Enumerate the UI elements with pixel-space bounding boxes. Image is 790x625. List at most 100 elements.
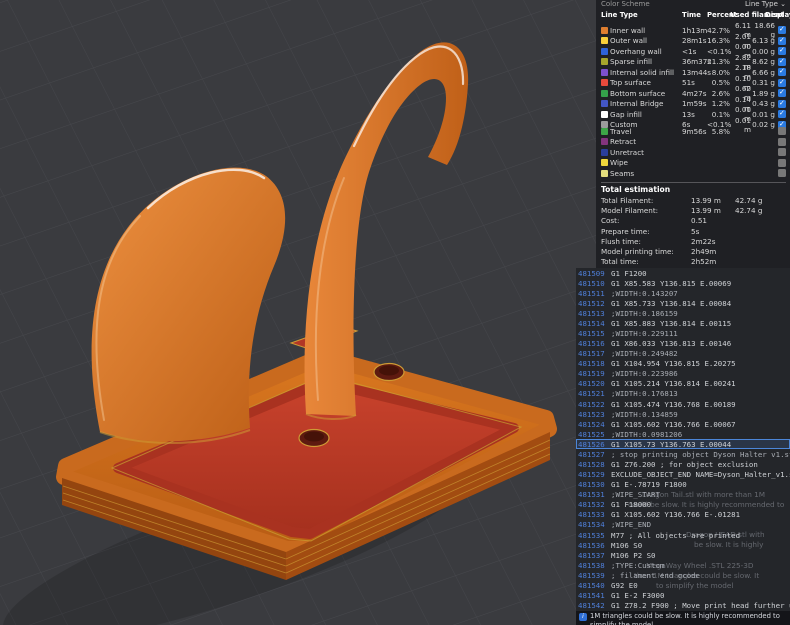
gcode-line[interactable]: 481533 G1 X105.602 Y136.766 E-.01281 — [576, 510, 790, 520]
gcode-line-text: G1 X105.474 Y136.768 E.00189 — [611, 399, 736, 409]
estimation-value-1: 2h52m — [691, 257, 717, 267]
gcode-line[interactable]: 481509 G1 F1200 — [576, 268, 790, 278]
line-type-filament-g: 0.43 g — [752, 99, 775, 108]
gcode-line-number: 481532 — [578, 500, 605, 510]
display-checkbox[interactable] — [778, 25, 786, 34]
display-checkbox[interactable] — [778, 99, 786, 108]
gcode-line-number: 481536 — [578, 540, 605, 550]
display-checkbox[interactable] — [778, 78, 786, 87]
gcode-line-number: 481520 — [578, 379, 605, 389]
line-type-label: Travel — [610, 126, 632, 136]
color-scheme-label: Color Scheme — [601, 0, 650, 8]
gcode-line[interactable]: 481525 ;WIDTH:0.0981206 — [576, 429, 790, 439]
gcode-line[interactable]: 481512 G1 X85.733 Y136.814 E.00084 — [576, 298, 790, 308]
gcode-viewer[interactable]: 481509 G1 F1200 481510 G1 X85.583 Y136.8… — [576, 268, 790, 611]
line-type-filament-g: 8.62 g — [752, 57, 775, 66]
gcode-line[interactable]: 481524 G1 X105.602 Y136.766 E.00067 — [576, 419, 790, 429]
gcode-line-text: G92 E0 — [611, 580, 638, 590]
gcode-line[interactable]: 481541 G1 E-2 F3000 — [576, 591, 790, 601]
line-type-percent: 1.2% — [711, 99, 730, 108]
slicer-gcode-preview: Color Scheme Line Type ⌄ Line Type Time … — [0, 0, 790, 625]
gcode-line-text: G1 X105.602 Y136.766 E-.01281 — [611, 510, 741, 520]
display-checkbox[interactable] — [778, 36, 786, 45]
gcode-line-text: ;WIDTH:0.229111 — [611, 329, 678, 338]
gcode-line-number: 481541 — [578, 591, 605, 601]
gcode-line[interactable]: 481531 ;WIPE_START — [576, 490, 790, 500]
gcode-line[interactable]: 481539 ; filament end gcode — [576, 570, 790, 580]
display-checkbox[interactable] — [778, 158, 786, 167]
gcode-line[interactable]: 481526 G1 X105.73 Y136.763 E.00044 — [576, 439, 790, 450]
gcode-line-text: ;WIDTH:0.249482 — [611, 349, 678, 359]
gcode-line-text: G1 X85.883 Y136.814 E.00115 — [611, 318, 732, 328]
estimation-value-1: 0.51 — [691, 216, 708, 226]
gcode-line[interactable]: 481540 G92 E0 — [576, 580, 790, 590]
display-checkbox[interactable] — [778, 169, 786, 178]
gcode-line-number: 481510 — [578, 278, 605, 288]
line-type-filament-g: 0.01 g — [752, 109, 775, 119]
line-type-time: 9m56s — [682, 126, 707, 136]
gcode-line[interactable]: 481513 ;WIDTH:0.186159 — [576, 308, 790, 318]
line-type-filament-g: 0.02 g — [752, 120, 775, 129]
gcode-line[interactable]: 481529 EXCLUDE_OBJECT_END NAME=Dyson_Hal… — [576, 470, 790, 480]
gcode-line[interactable]: 481519 ;WIDTH:0.223986 — [576, 369, 790, 379]
gcode-line[interactable]: 481517 ;WIDTH:0.249482 — [576, 349, 790, 359]
display-checkbox[interactable] — [778, 109, 786, 118]
legend-panel: Color Scheme Line Type ⌄ Line Type Time … — [596, 0, 790, 268]
display-checkbox[interactable] — [778, 88, 786, 97]
gcode-line[interactable]: 481510 G1 X85.583 Y136.815 E.00069 — [576, 278, 790, 288]
line-type-time: 13m44s — [682, 67, 712, 77]
line-type-percent: <0.1% — [707, 46, 732, 56]
line-type-time: 36m37s — [682, 57, 712, 66]
gcode-line-text: M106 S0 — [611, 540, 643, 550]
gcode-line-text: G1 X85.583 Y136.815 E.00069 — [611, 278, 732, 288]
gcode-line-text: ;TYPE:Custom — [611, 560, 665, 570]
display-checkbox[interactable] — [778, 148, 786, 157]
gcode-line[interactable]: 481542 G1 Z78.2 F900 ; Move print head f… — [576, 601, 790, 611]
gcode-line[interactable]: 481535 M77 ; All objects are printed — [576, 530, 790, 540]
model-hole — [298, 428, 330, 448]
gcode-line-text: G1 E-2 F3000 — [611, 591, 665, 601]
gcode-line[interactable]: 481520 G1 X105.214 Y136.814 E.00241 — [576, 379, 790, 389]
gcode-line[interactable]: 481515 ;WIDTH:0.229111 — [576, 328, 790, 338]
line-type-color-swatch — [601, 169, 608, 177]
gcode-line[interactable]: 481523 ;WIDTH:0.134859 — [576, 409, 790, 419]
gcode-line-number: 481538 — [578, 560, 605, 570]
gcode-line[interactable]: 481538 ;TYPE:Custom — [576, 560, 790, 570]
gcode-line-number: 481524 — [578, 419, 605, 429]
notification-bar[interactable]: i 1M triangles could be slow. It is high… — [576, 611, 790, 625]
estimation-label: Flush time: — [601, 236, 641, 246]
gcode-line[interactable]: 481530 G1 E-.78719 F1800 — [576, 480, 790, 490]
gcode-line[interactable]: 481518 G1 X104.954 Y136.815 E.20275 — [576, 359, 790, 369]
gcode-line[interactable]: 481536 M106 S0 — [576, 540, 790, 550]
estimation-value-1: 13.99 m — [691, 206, 721, 216]
legend-row: Wipe — [601, 158, 786, 169]
gcode-line[interactable]: 481516 G1 X86.033 Y136.813 E.00146 — [576, 339, 790, 349]
view-type-dropdown[interactable]: Line Type ⌄ — [745, 0, 786, 8]
gcode-line-number: 481511 — [578, 288, 605, 298]
gcode-line-number: 481533 — [578, 510, 605, 520]
view-options-row[interactable]: Color Scheme Line Type ⌄ — [601, 0, 786, 8]
line-type-time: 28m1s — [682, 36, 707, 45]
line-type-label: Wipe — [610, 158, 628, 168]
gcode-line[interactable]: 481521 ;WIDTH:0.176813 — [576, 389, 790, 399]
gcode-line[interactable]: 481527 ; stop printing object Dyson Halt… — [576, 449, 790, 459]
display-checkbox[interactable] — [778, 46, 786, 55]
gcode-line-number: 481521 — [578, 389, 605, 399]
gcode-line-text: G1 F1200 — [611, 268, 647, 278]
display-checkbox[interactable] — [778, 57, 786, 66]
display-checkbox[interactable] — [778, 127, 786, 136]
gcode-line[interactable]: 481528 G1 Z76.200 ; for object exclusion — [576, 459, 790, 469]
line-type-color-swatch — [601, 159, 608, 167]
estimation-label: Total Filament: — [601, 196, 654, 206]
gcode-line-number: 481534 — [578, 520, 605, 530]
display-checkbox[interactable] — [778, 137, 786, 146]
display-checkbox[interactable] — [778, 67, 786, 76]
gcode-line[interactable]: 481532 G1 F18000 — [576, 500, 790, 510]
gcode-line[interactable]: 481537 M106 P2 S0 — [576, 550, 790, 560]
line-type-color-swatch — [601, 138, 608, 146]
gcode-line[interactable]: 481514 G1 X85.883 Y136.814 E.00115 — [576, 318, 790, 328]
gcode-line[interactable]: 481522 G1 X105.474 Y136.768 E.00189 — [576, 399, 790, 409]
gcode-line[interactable]: 481534 ;WIPE_END — [576, 520, 790, 530]
gcode-line[interactable]: 481511 ;WIDTH:0.143207 — [576, 288, 790, 298]
gcode-line-text: G1 X105.214 Y136.814 E.00241 — [611, 379, 736, 389]
